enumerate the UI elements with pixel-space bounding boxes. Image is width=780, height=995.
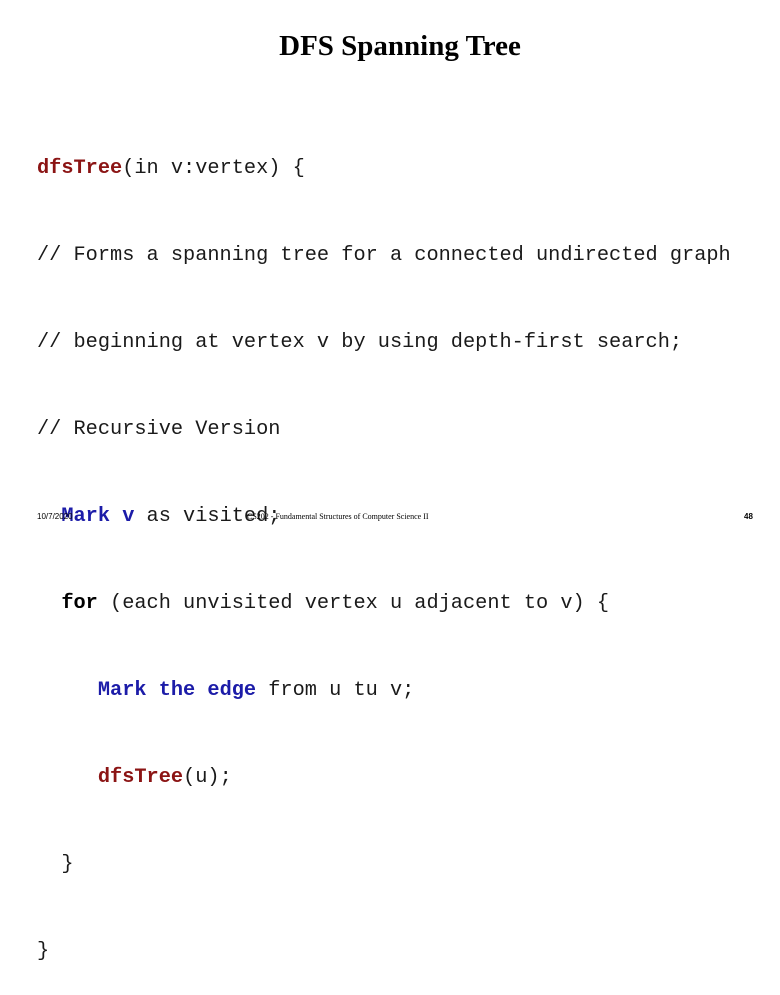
mark-edge-keyword: Mark the edge	[97, 679, 257, 702]
for-condition: (each unvisited vertex u adjacent to v) …	[97, 592, 610, 615]
function-name: dfsTree	[37, 157, 123, 180]
function-params: (in v:vertex) {	[122, 157, 305, 180]
for-keyword: for	[61, 592, 98, 615]
code-line-recursive-call: dfsTree(u);	[37, 763, 731, 792]
recursive-call-args: (u);	[183, 766, 232, 789]
footer-date: 10/7/2020	[37, 512, 73, 521]
code-comment-1: // Forms a spanning tree for a connected…	[37, 244, 731, 267]
code-comment-2: // beginning at vertex v by using depth-…	[37, 331, 683, 354]
code-line-for-loop: for (each unvisited vertex u adjacent to…	[37, 589, 731, 618]
recursive-function-name: dfsTree	[97, 766, 184, 789]
mark-edge-rest: from u tu v;	[256, 679, 415, 702]
code-line-close-for: }	[37, 853, 74, 876]
footer-page-number: 48	[744, 512, 753, 521]
footer-course-title: CS202 - Fundamental Structures of Comput…	[247, 512, 429, 521]
code-comment-3: // Recursive Version	[37, 418, 281, 441]
slide-title: DFS Spanning Tree	[279, 30, 521, 62]
code-line-close-function: }	[37, 940, 50, 963]
code-line-mark-edge: Mark the edge from u tu v;	[37, 676, 731, 705]
code-line-signature: dfsTree(in v:vertex) {	[37, 154, 731, 183]
code-block: dfsTree(in v:vertex) { // Forms a spanni…	[37, 96, 731, 995]
